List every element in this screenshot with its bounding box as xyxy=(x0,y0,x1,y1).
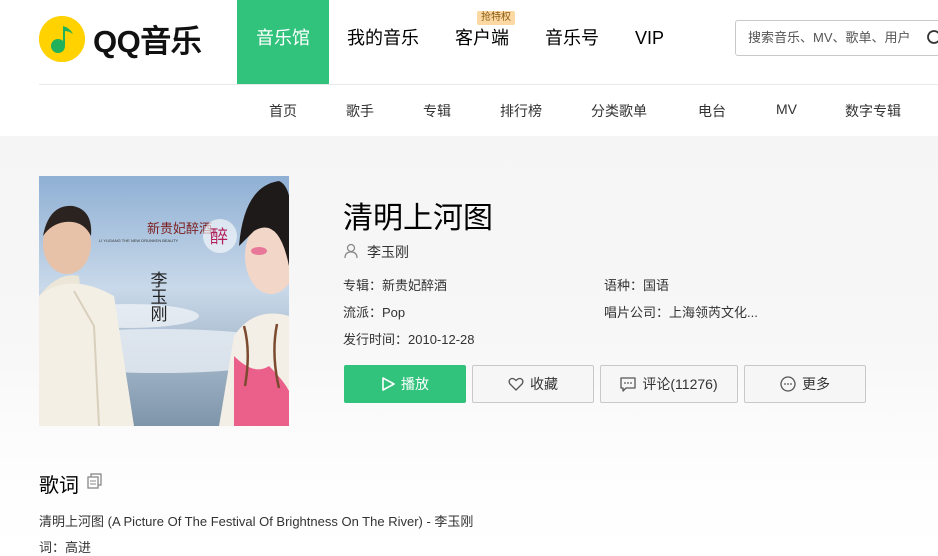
language-info: 语种：国语 xyxy=(604,278,670,293)
lyrics-heading-text: 歌词 xyxy=(39,475,79,497)
subnav-charts[interactable]: 排行榜 xyxy=(500,101,542,121)
more-icon xyxy=(780,376,796,392)
logo[interactable]: QQ音乐 xyxy=(39,15,202,62)
comment-button-label: 评论(11276) xyxy=(642,376,718,392)
play-button-label: 播放 xyxy=(401,376,429,392)
record-label-info: 唱片公司：上海领芮文化... xyxy=(604,305,758,320)
album-cover[interactable]: 新贵妃醉酒 LI YUGANG THE NEW DRUNKEN BEAUTY 李… xyxy=(39,176,289,426)
cover-artist-text: 李玉刚 xyxy=(148,271,168,323)
logo-text: QQ音乐 xyxy=(93,24,202,59)
lyric-line: 清明上河图 (A Picture Of The Festival Of Brig… xyxy=(39,514,474,529)
favorite-button-label: 收藏 xyxy=(530,376,558,392)
cover-seal-text: 醉 xyxy=(210,227,228,247)
subnav-albums[interactable]: 专辑 xyxy=(423,101,451,121)
more-button-label: 更多 xyxy=(802,376,830,392)
favorite-button[interactable]: 收藏 xyxy=(472,365,594,403)
comment-icon xyxy=(620,376,637,392)
subnav-singers[interactable]: 歌手 xyxy=(346,101,374,121)
privilege-badge: 抢特权 xyxy=(477,11,515,25)
search-input[interactable] xyxy=(746,29,930,46)
singer-name: 李玉刚 xyxy=(367,244,409,260)
play-icon xyxy=(382,377,395,391)
nav-music-hall[interactable]: 音乐馆 xyxy=(237,0,329,84)
subnav-digital-albums[interactable]: 数字专辑 xyxy=(845,101,901,121)
top-header: QQ音乐 音乐馆 我的音乐 客户端 抢特权 音乐号 VIP xyxy=(0,0,938,84)
comment-button[interactable]: 评论(11276) xyxy=(600,365,738,403)
song-detail: 新贵妃醉酒 LI YUGANG THE NEW DRUNKEN BEAUTY 李… xyxy=(0,136,938,555)
nav-client[interactable]: 客户端 抢特权 xyxy=(437,0,527,84)
search-icon[interactable] xyxy=(926,29,938,52)
music-note-logo-icon xyxy=(39,15,85,62)
genre-info: 流派：Pop xyxy=(343,305,406,320)
subnav-home[interactable]: 首页 xyxy=(269,101,297,121)
play-button[interactable]: 播放 xyxy=(344,365,466,403)
main-nav: 音乐馆 我的音乐 客户端 抢特权 音乐号 VIP xyxy=(237,0,682,84)
heart-icon xyxy=(508,377,524,391)
subnav-playlists[interactable]: 分类歌单 xyxy=(591,101,647,121)
nav-client-label: 客户端 xyxy=(455,28,509,48)
nav-music-account[interactable]: 音乐号 xyxy=(527,0,617,84)
nav-my-music[interactable]: 我的音乐 xyxy=(329,0,437,84)
release-date-info: 发行时间：2010-12-28 xyxy=(343,332,475,347)
sub-nav: 首页 歌手 专辑 排行榜 分类歌单 电台 MV 数字专辑 xyxy=(0,85,938,135)
more-button[interactable]: 更多 xyxy=(744,365,866,403)
user-icon xyxy=(343,243,359,262)
subnav-radio[interactable]: 电台 xyxy=(698,101,726,121)
song-title: 清明上河图 xyxy=(343,202,493,235)
cover-album-text: 新贵妃醉酒 xyxy=(147,221,212,236)
nav-vip[interactable]: VIP xyxy=(617,0,682,84)
search-box xyxy=(735,20,938,56)
lyrics-heading: 歌词 xyxy=(39,469,102,498)
cover-album-subtitle: LI YUGANG THE NEW DRUNKEN BEAUTY xyxy=(99,238,179,243)
singer[interactable]: 李玉刚 xyxy=(343,242,409,262)
album-info[interactable]: 专辑：新贵妃醉酒 xyxy=(343,275,447,294)
subnav-mv[interactable]: MV xyxy=(776,101,797,117)
copy-icon[interactable] xyxy=(87,472,102,495)
